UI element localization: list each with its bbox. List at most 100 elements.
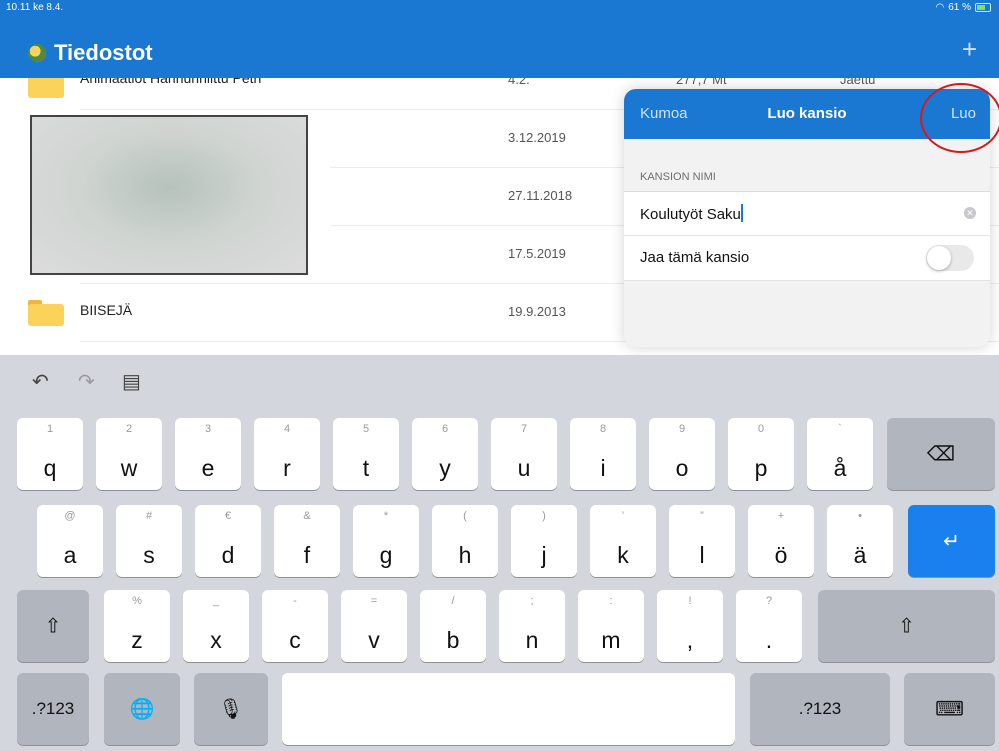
key-x[interactable]: _ x <box>183 590 249 662</box>
key-char: l <box>699 542 705 568</box>
paste-icon[interactable]: ▤ <box>122 369 141 394</box>
key-z[interactable]: % z <box>104 590 170 662</box>
key-k[interactable]: ’ k <box>590 505 656 577</box>
app-logo-icon <box>28 44 46 62</box>
key-alt-char: 2 <box>125 423 133 435</box>
clear-text-icon[interactable]: ✕ <box>964 207 976 219</box>
file-name: Animaatiot Hannunniittu Petri <box>80 78 262 86</box>
shift-icon: ⇧ <box>44 615 62 638</box>
key-alt-char: ) <box>542 510 546 522</box>
wifi-icon: ◠ <box>935 2 945 13</box>
hide-keyboard-key[interactable]: ⌨ <box>904 673 995 745</box>
key-w[interactable]: 2w <box>96 418 162 490</box>
key-alt-char: 4 <box>283 423 291 435</box>
key-char: k <box>617 542 629 568</box>
backspace-key[interactable]: ⌫ <box>887 418 995 490</box>
globe-icon: 🌐 <box>129 698 155 721</box>
battery-percent: 61 % <box>948 2 971 13</box>
key-v[interactable]: = v <box>341 590 407 662</box>
key-char: r <box>283 455 291 481</box>
share-folder-row: Jaa tämä kansio <box>624 235 990 281</box>
key-label: .?123 <box>798 699 842 718</box>
numbers-key-left[interactable]: .?123 <box>17 673 89 745</box>
numbers-key-right[interactable]: .?123 <box>750 673 890 745</box>
key-r[interactable]: 4r <box>254 418 320 490</box>
add-icon[interactable]: + <box>962 36 977 62</box>
key-char: h <box>458 542 472 568</box>
key-alt-char: • <box>858 510 862 522</box>
folder-name-section-label: KANSION NIMI <box>640 171 716 183</box>
key-i[interactable]: 8i <box>570 418 636 490</box>
share-folder-toggle[interactable] <box>926 245 974 271</box>
key-q[interactable]: 1q <box>17 418 83 490</box>
key-alt-char: & <box>303 510 311 522</box>
undo-icon[interactable]: ↶ <box>32 369 49 394</box>
key-t[interactable]: 5t <box>333 418 399 490</box>
shift-right-key[interactable]: ⇧ <box>818 590 995 662</box>
key-p[interactable]: 0p <box>728 418 794 490</box>
key-a[interactable]: @ a <box>37 505 103 577</box>
key-b[interactable]: / b <box>420 590 486 662</box>
microphone-icon: 🎙 <box>218 698 244 721</box>
key-j[interactable]: ) j <box>511 505 577 577</box>
file-date: 4.2. <box>508 78 530 87</box>
key-char: o <box>675 455 689 481</box>
key-alt-char: ( <box>463 510 467 522</box>
folder-name-value: Koulutyöt Saku <box>640 206 741 223</box>
key-label: .?123 <box>31 699 75 718</box>
key-char: d <box>221 542 235 568</box>
key-char: ä <box>853 542 867 568</box>
key-char: b <box>446 627 460 653</box>
key-alt-char: 0 <box>757 423 765 435</box>
key-s[interactable]: # s <box>116 505 182 577</box>
folder-name-field[interactable]: Koulutyöt Saku ✕ <box>624 191 990 236</box>
key-char: j <box>541 542 547 568</box>
key-n[interactable]: ; n <box>499 590 565 662</box>
key-m[interactable]: :m <box>578 590 644 662</box>
key-alt-char: # <box>145 510 153 522</box>
return-key[interactable]: ↵ <box>908 505 995 577</box>
key-f[interactable]: & f <box>274 505 340 577</box>
key-comma[interactable]: !, <box>657 590 723 662</box>
key-alt-char: ; <box>530 595 534 607</box>
key-u[interactable]: 7u <box>491 418 557 490</box>
key-h[interactable]: (h <box>432 505 498 577</box>
redo-icon[interactable]: ↷ <box>78 369 95 394</box>
highlight-circle-annotation <box>920 83 999 153</box>
key-char: å <box>833 455 847 481</box>
key-period[interactable]: ?. <box>736 590 802 662</box>
status-date: ke 8.4. <box>33 2 64 13</box>
key-e[interactable]: 3e <box>175 418 241 490</box>
key-c[interactable]: -c <box>262 590 328 662</box>
status-time: 10.11 <box>6 2 31 13</box>
key-ö[interactable]: + ö <box>748 505 814 577</box>
folder-icon <box>28 78 64 98</box>
backspace-icon: ⌫ <box>926 443 956 466</box>
text-cursor <box>740 204 743 222</box>
file-date: 17.5.2019 <box>508 246 566 261</box>
key-char: g <box>379 542 393 568</box>
shift-left-key[interactable]: ⇧ <box>17 590 89 662</box>
file-date: 27.11.2018 <box>508 188 573 203</box>
key-g[interactable]: * g <box>353 505 419 577</box>
key-alt-char: 5 <box>362 423 370 435</box>
key-d[interactable]: € d <box>195 505 261 577</box>
app-header: 10.11 ke 8.4. ◠ 61 % Tiedostot + <box>0 0 999 78</box>
key-alt-char: = <box>370 595 378 607</box>
key-char: y <box>439 455 451 481</box>
space-key[interactable] <box>282 673 735 745</box>
key-o[interactable]: 9o <box>649 418 715 490</box>
key-alt-char: + <box>777 510 785 522</box>
folder-icon <box>28 300 64 326</box>
dictation-key[interactable]: 🎙 <box>194 673 268 745</box>
key-char: a <box>63 542 77 568</box>
key-alt-char: / <box>451 595 455 607</box>
key-y[interactable]: 6y <box>412 418 478 490</box>
key-å[interactable]: ` å <box>807 418 873 490</box>
redacted-thumbnail <box>30 115 308 275</box>
globe-key[interactable]: 🌐 <box>104 673 180 745</box>
key-l[interactable]: ” l <box>669 505 735 577</box>
key-ä[interactable]: • ä <box>827 505 893 577</box>
page-title-text: Tiedostot <box>54 40 153 65</box>
key-char: , <box>686 627 694 653</box>
